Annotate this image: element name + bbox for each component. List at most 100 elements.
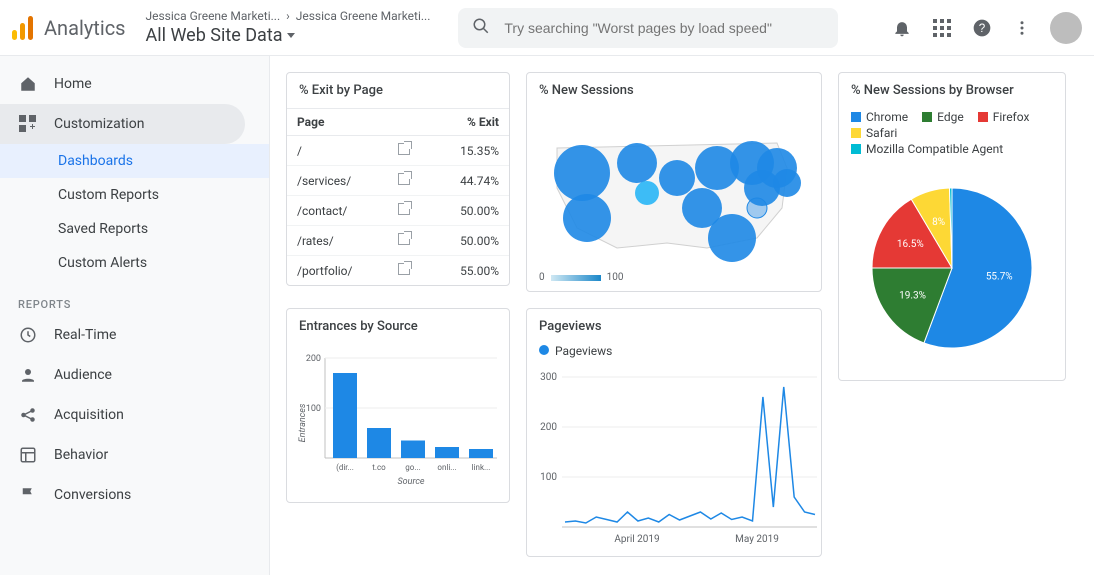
svg-text:200: 200 xyxy=(306,354,321,364)
person-icon xyxy=(18,365,38,385)
card-title: Pageviews xyxy=(527,309,821,344)
help-icon[interactable]: ? xyxy=(970,16,994,40)
legend-safari: Safari xyxy=(851,126,897,140)
card-sessions-by-browser: % New Sessions by Browser Chrome Edge Fi… xyxy=(838,72,1066,381)
pageviews-line-chart: 300 200 100 April 2019 May 2019 xyxy=(527,362,823,552)
table-row[interactable]: /contact/50.00% xyxy=(287,196,509,226)
customization-icon xyxy=(18,114,38,134)
page-cell: /services/ xyxy=(287,166,388,196)
sidebar: Home Customization Dashboards Custom Rep… xyxy=(0,56,270,575)
legend-mozilla: Mozilla Compatible Agent xyxy=(851,142,1003,156)
svg-text:200: 200 xyxy=(540,422,557,433)
svg-text:(dir...: (dir... xyxy=(336,463,354,472)
header-actions: ? xyxy=(890,12,1082,44)
apps-icon[interactable] xyxy=(930,16,954,40)
exit-table: Page % Exit /15.35%/services/44.74%/cont… xyxy=(287,108,509,285)
svg-text:55.7%: 55.7% xyxy=(986,272,1013,283)
breadcrumb-account: Jessica Greene Marketi... xyxy=(146,9,281,23)
legend-chrome: Chrome xyxy=(851,110,908,124)
svg-text:May 2019: May 2019 xyxy=(735,534,779,545)
pageviews-legend: Pageviews xyxy=(527,344,821,362)
nav-conversions-label: Conversions xyxy=(54,487,131,503)
sub-dashboards[interactable]: Dashboards xyxy=(0,144,269,178)
sub-saved-reports[interactable]: Saved Reports xyxy=(0,212,269,246)
app-header: Analytics Jessica Greene Marketi... › Je… xyxy=(0,0,1094,56)
pie-chart: 55.7% 19.3% 16.5% 8% xyxy=(852,168,1052,368)
entrances-xlabel: Source xyxy=(397,477,424,487)
clock-icon xyxy=(18,325,38,345)
page-cell: /portfolio/ xyxy=(287,256,388,286)
nav-acquisition-label: Acquisition xyxy=(54,407,124,423)
svg-text:19.3%: 19.3% xyxy=(899,290,926,301)
legend-firefox: Firefox xyxy=(978,110,1030,124)
card-title: Entrances by Source xyxy=(287,309,509,344)
notifications-icon[interactable] xyxy=(890,16,914,40)
exit-cell: 55.00% xyxy=(430,256,509,286)
exit-cell: 50.00% xyxy=(430,226,509,256)
card-title: % Exit by Page xyxy=(287,73,509,108)
table-row[interactable]: / 15.35% xyxy=(287,136,509,166)
flag-icon xyxy=(18,485,38,505)
svg-text:onli...: onli... xyxy=(437,463,456,472)
table-row[interactable]: /services/44.74% xyxy=(287,166,509,196)
svg-text:8%: 8% xyxy=(932,217,945,228)
home-icon xyxy=(18,74,38,94)
chevron-right-icon: › xyxy=(286,9,290,23)
nav-conversions[interactable]: Conversions xyxy=(0,475,245,515)
nav-home[interactable]: Home xyxy=(0,64,245,104)
exit-cell: 44.74% xyxy=(430,166,509,196)
scale-gradient xyxy=(551,275,601,281)
scale-max: 100 xyxy=(607,272,624,283)
card-new-sessions-map: % New Sessions 0 100 xyxy=(526,72,822,292)
open-icon[interactable] xyxy=(388,166,431,196)
open-icon[interactable] xyxy=(388,256,431,286)
scale-min: 0 xyxy=(539,272,545,283)
view-dropdown[interactable]: All Web Site Data xyxy=(146,25,431,46)
search-box[interactable] xyxy=(458,8,838,48)
nav-behavior[interactable]: Behavior xyxy=(0,435,245,475)
col-exit[interactable]: % Exit xyxy=(430,109,509,136)
breadcrumb-property: Jessica Greene Marketi... xyxy=(296,9,431,23)
caret-down-icon xyxy=(287,33,295,38)
more-vert-icon[interactable] xyxy=(1010,16,1034,40)
search-input[interactable] xyxy=(504,20,824,36)
page-cell: /rates/ xyxy=(287,226,388,256)
nav-audience[interactable]: Audience xyxy=(0,355,245,395)
user-avatar[interactable] xyxy=(1050,12,1082,44)
svg-text:go...: go... xyxy=(405,463,420,472)
us-bubble-map xyxy=(527,108,823,268)
exit-cell: 15.35% xyxy=(430,136,509,166)
page-cell: / xyxy=(287,136,388,166)
table-row[interactable]: /portfolio/55.00% xyxy=(287,256,509,286)
nav-realtime-label: Real-Time xyxy=(54,327,116,343)
open-icon[interactable] xyxy=(388,196,431,226)
dashboard-content: % Exit by Page Page % Exit /15.35%/servi… xyxy=(270,56,1094,575)
table-row[interactable]: /rates/50.00% xyxy=(287,226,509,256)
entrances-bar-chart: Entrances 200 100 (dir...t.cogo...onli..… xyxy=(297,348,501,488)
svg-text:100: 100 xyxy=(306,404,321,414)
sub-custom-alerts[interactable]: Custom Alerts xyxy=(0,246,269,280)
behavior-icon xyxy=(18,445,38,465)
sub-custom-reports[interactable]: Custom Reports xyxy=(0,178,269,212)
col-page[interactable]: Page xyxy=(287,109,388,136)
card-title: % New Sessions by Browser xyxy=(839,73,1065,108)
card-pageviews: Pageviews Pageviews 300 200 100 April 20… xyxy=(526,308,822,557)
svg-text:April 2019: April 2019 xyxy=(614,534,659,545)
map-scale: 0 100 xyxy=(527,272,821,291)
view-name: All Web Site Data xyxy=(146,25,283,46)
nav-customization-label: Customization xyxy=(54,116,144,132)
svg-text:link...: link... xyxy=(472,463,491,472)
breadcrumb: Jessica Greene Marketi... › Jessica Gree… xyxy=(146,9,431,23)
open-icon[interactable] xyxy=(388,136,431,166)
card-entrances-by-source: Entrances by Source Entrances 200 100 (d… xyxy=(286,308,510,503)
product-logo[interactable]: Analytics xyxy=(12,16,126,40)
svg-text:16.5%: 16.5% xyxy=(897,239,924,250)
nav-realtime[interactable]: Real-Time xyxy=(0,315,245,355)
svg-text:?: ? xyxy=(979,22,986,35)
view-selector-block[interactable]: Jessica Greene Marketi... › Jessica Gree… xyxy=(146,9,431,46)
page-cell: /contact/ xyxy=(287,196,388,226)
nav-customization[interactable]: Customization xyxy=(0,104,245,144)
col-ext xyxy=(388,109,431,136)
open-icon[interactable] xyxy=(388,226,431,256)
nav-acquisition[interactable]: Acquisition xyxy=(0,395,245,435)
